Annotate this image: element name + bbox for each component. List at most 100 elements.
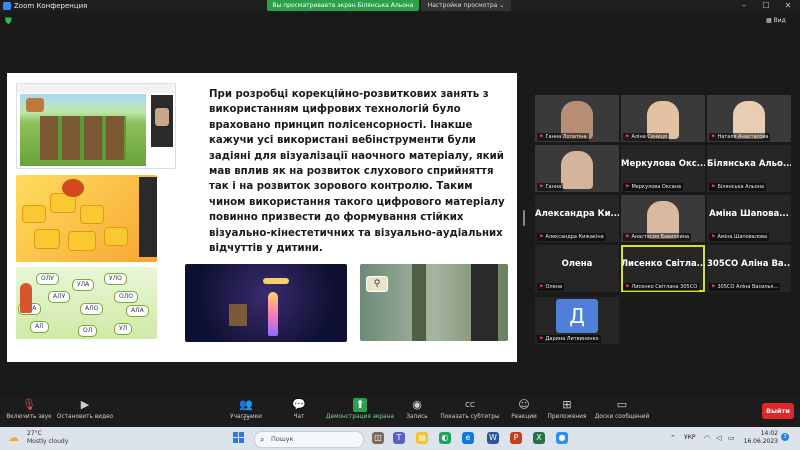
- edge-icon[interactable]: e: [462, 432, 474, 444]
- share-screen-icon: ⬆: [353, 398, 367, 412]
- participant-tile-lytvynenko[interactable]: Д ⚑ Дарина Литвиненко: [535, 297, 619, 344]
- syllable-bubble: УЛ: [114, 323, 133, 335]
- word-icon[interactable]: W: [487, 432, 499, 444]
- wifi-icon[interactable]: ◠: [704, 433, 710, 443]
- record-button[interactable]: ◉ Запись: [402, 398, 432, 420]
- participant-caption-name: Александра Кижакіна: [545, 234, 604, 240]
- bicycle-forest-image: ⚲: [360, 264, 508, 341]
- syllable-bubble: АЛУ: [48, 291, 71, 303]
- participant-tile-vasylk[interactable]: 305СО Аліна Ва... ⚑ 305СО Аліна Васильк...: [707, 245, 791, 292]
- participant-tile-shapovalova[interactable]: Аміна Шапова... ⚑ Аміна Шаповалова: [707, 195, 791, 242]
- boy-character: [20, 283, 32, 313]
- participant-caption-name: Олена: [545, 284, 563, 290]
- teams-icon[interactable]: T: [393, 432, 405, 444]
- participant-tile-hanna[interactable]: ⚑ Ганна Лопатіна: [535, 95, 619, 142]
- view-options-button[interactable]: Настройки просмотра ⌄: [421, 0, 511, 11]
- garden-scene: [20, 94, 146, 166]
- muted-mic-icon: ⚑: [539, 134, 544, 140]
- clock-date[interactable]: 16.06.2023: [742, 438, 778, 446]
- title-bar: Zoom Конференция Вы просматриваете экран…: [0, 0, 800, 12]
- syllable-bubble: ОЛУ: [36, 273, 59, 285]
- participant-caption-name: Дарина Литвиненко: [545, 336, 599, 342]
- notifications-badge[interactable]: 3: [781, 433, 789, 441]
- participant-tile-merkulova[interactable]: Меркулова Окс... ⚑ Меркулова Оксана: [621, 145, 705, 192]
- garden-beds: [40, 116, 126, 160]
- file-explorer-icon[interactable]: ▤: [416, 432, 428, 444]
- participant-tile-olena[interactable]: Олена ⚑ Олена: [535, 245, 619, 292]
- windows-start-icon[interactable]: [233, 432, 245, 444]
- weather-condition[interactable]: Mostly cloudy: [27, 438, 68, 446]
- unmute-button[interactable]: 🎙 Включить звук: [2, 398, 56, 420]
- input-language[interactable]: УКР: [684, 434, 696, 442]
- participant-tile-alina-s[interactable]: ⚑ Аліна Сениця: [621, 95, 705, 142]
- battery-icon[interactable]: ▭: [728, 433, 735, 443]
- muted-mic-icon: ⚑: [711, 284, 716, 290]
- maximize-icon[interactable]: ☐: [755, 0, 777, 12]
- cheese-piece: [104, 227, 128, 246]
- participant-caption: ⚑ Ганна: [537, 183, 564, 191]
- chat-button[interactable]: 💬 Чат: [285, 398, 313, 420]
- whiteboard-icon: ▭: [616, 398, 628, 411]
- cloud-sun-icon[interactable]: ☁: [8, 432, 19, 444]
- reactions-button[interactable]: ☺ Реакции: [508, 398, 540, 420]
- weather-temp[interactable]: 27°C: [27, 430, 42, 438]
- panel-resize-handle[interactable]: [523, 210, 525, 226]
- share-screen-button[interactable]: ⬆ Демонстрация экрана: [326, 398, 394, 420]
- participant-caption-name: Аміна Шаповалова: [717, 234, 768, 240]
- participant-caption-name: 305СО Аліна Васильк...: [717, 284, 779, 290]
- participant-caption: ⚑ Олена: [537, 283, 565, 291]
- task-view-icon[interactable]: ◫: [372, 432, 384, 444]
- fairy-girl: [268, 292, 278, 336]
- lamp-banner: [263, 278, 289, 284]
- minimize-icon[interactable]: –: [733, 0, 755, 12]
- muted-mic-icon: ⚑: [625, 134, 630, 140]
- participant-tile-lysenko[interactable]: Лисенко Світла... ⚑ Лисенко Світлана 305СО: [621, 245, 705, 292]
- zoom-taskbar-icon[interactable]: ●: [556, 432, 568, 444]
- participants-button[interactable]: 👥13 Участники: [224, 398, 268, 422]
- participant-caption-name: Ганна Лопатіна: [545, 134, 587, 140]
- muted-mic-icon: ⚑: [625, 284, 630, 290]
- participant-name-large: Аміна Шапова...: [709, 209, 789, 219]
- participant-caption-name: Аліна Сениця: [631, 134, 667, 140]
- excel-icon[interactable]: X: [533, 432, 545, 444]
- reactions-label: Реакции: [511, 414, 537, 420]
- taskbar-search[interactable]: ⌕ Пошук: [254, 431, 364, 448]
- apps-icon: ⊞: [562, 398, 572, 411]
- muted-mic-icon: ⚑: [711, 134, 716, 140]
- participant-caption-name: Наталя Анастасова: [717, 134, 769, 140]
- volume-icon[interactable]: ◁: [716, 433, 721, 443]
- syllable-bubble: АЛО: [80, 303, 104, 315]
- muted-mic-icon: ⚑: [625, 234, 630, 240]
- whiteboards-label: Доски сообщений: [594, 414, 650, 420]
- participant-tile-bilianska[interactable]: Білянська Альо... ⚑ Білянська Альона: [707, 145, 791, 192]
- whiteboards-button[interactable]: ▭ Доски сообщений: [594, 398, 650, 420]
- share-banner: Вы просматриваете экран Білянська Альона: [267, 0, 419, 11]
- powerpoint-icon[interactable]: P: [510, 432, 522, 444]
- apps-button[interactable]: ⊞ Приложения: [545, 398, 589, 420]
- shield-icon[interactable]: ⛊: [5, 17, 15, 27]
- leave-button[interactable]: Выйти: [762, 403, 794, 419]
- muted-mic-icon: 🎙: [22, 398, 36, 411]
- participant-caption: ⚑ Білянська Альона: [709, 183, 767, 191]
- chrome-icon[interactable]: ◐: [439, 432, 451, 444]
- show-captions-button[interactable]: CC Показать субтитры: [440, 398, 500, 420]
- clock-time[interactable]: 14:02: [748, 430, 778, 438]
- view-button[interactable]: ▦ Вид: [766, 16, 786, 26]
- syllable-bubble: АЛА: [126, 305, 149, 317]
- participants-icon: 👥13: [239, 398, 253, 422]
- participant-tile-hanna2[interactable]: ⚑ Ганна: [535, 145, 619, 192]
- muted-mic-icon: ⚑: [539, 234, 544, 240]
- participant-caption-name: Лисенко Світлана 305СО: [631, 284, 698, 290]
- signpost: [229, 304, 247, 326]
- close-icon[interactable]: ✕: [777, 0, 799, 12]
- share-screen-label: Демонстрация экрана: [326, 414, 394, 420]
- search-icon: ⌕: [260, 435, 265, 444]
- participant-tile-natalia[interactable]: ⚑ Наталя Анастасова: [707, 95, 791, 142]
- participant-name-large: Александра Ки...: [535, 209, 619, 219]
- participant-video-strip: [471, 264, 498, 341]
- participant-tile-kyzhakina[interactable]: Александра Ки... ⚑ Александра Кижакіна: [535, 195, 619, 242]
- stop-video-button[interactable]: ▶ Остановить видео: [56, 398, 114, 420]
- participant-tile-vavilkina[interactable]: ⚑ Анастасия Вавилкина: [621, 195, 705, 242]
- tray-chevron-icon[interactable]: ⌃: [670, 433, 676, 443]
- cheese-game-image: [16, 175, 157, 262]
